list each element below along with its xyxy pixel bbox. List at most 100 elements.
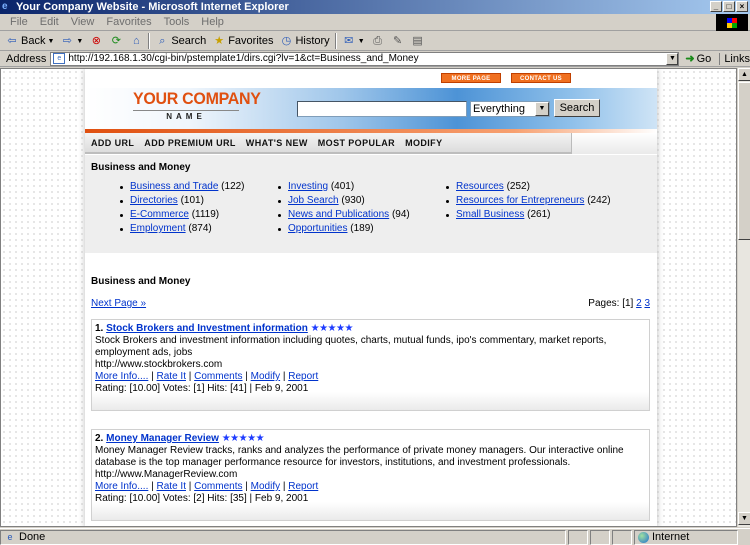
page-3-link[interactable]: 3	[644, 298, 650, 309]
resize-grip[interactable]	[738, 530, 750, 545]
close-button[interactable]: ×	[736, 1, 748, 12]
listing-actions: More Info.... | Rate It | Comments | Mod…	[95, 371, 319, 382]
listing-meta: Rating: [10.00] Votes: [2] Hits: [35] | …	[95, 493, 309, 504]
window-title: Your Company Website - Microsoft Interne…	[16, 1, 289, 13]
category-item: E-Commerce (1119)	[120, 208, 245, 222]
window-controls: _ □ ×	[710, 1, 748, 12]
report-link[interactable]: Report	[288, 481, 318, 492]
history-icon: ◷	[281, 35, 292, 47]
category-link[interactable]: Resources for Entrepreneurs	[456, 195, 584, 206]
site-search-button[interactable]: Search	[554, 99, 600, 117]
category-link[interactable]: Employment	[130, 223, 186, 234]
category-link[interactable]: Directories	[130, 195, 178, 206]
vertical-scrollbar[interactable]: ▲ ▼	[737, 68, 750, 527]
status-cell	[568, 529, 588, 545]
category-count: (401)	[330, 181, 355, 192]
site-header: YOUR COMPANY NAME Everything ▼ Search	[85, 88, 657, 129]
window-title-bar[interactable]: e Your Company Website - Microsoft Inter…	[0, 0, 750, 14]
links-button[interactable]: Links	[719, 52, 750, 65]
scroll-up-icon[interactable]: ▲	[738, 68, 750, 81]
nav-whats-new[interactable]: WHAT'S NEW	[246, 138, 308, 148]
go-arrow-icon: ➜	[685, 53, 695, 65]
rate-it-link[interactable]: Rate It	[157, 481, 186, 492]
address-dropdown-icon[interactable]: ▼	[666, 52, 679, 65]
menu-file[interactable]: File	[4, 16, 34, 28]
modify-link[interactable]: Modify	[251, 481, 280, 492]
next-page-row: Next Page »	[91, 298, 146, 309]
stop-button[interactable]: ⊗	[86, 34, 106, 48]
forward-button[interactable]: ⇨ ▼	[57, 34, 86, 48]
toolbar-separator	[148, 33, 151, 49]
discuss-button[interactable]: ▤	[408, 34, 428, 48]
discuss-icon: ▤	[412, 35, 423, 47]
menu-view[interactable]: View	[65, 16, 101, 28]
next-page-link[interactable]: Next Page »	[91, 298, 146, 309]
category-link[interactable]: E-Commerce	[130, 209, 189, 220]
more-info-link[interactable]: More Info....	[95, 481, 148, 492]
history-button[interactable]: ◷ History	[276, 34, 332, 48]
category-link[interactable]: Business and Trade	[130, 181, 218, 192]
page-2-link[interactable]: 2	[636, 298, 642, 309]
site-page: MORE PAGE CONTACT US YOUR COMPANY NAME E…	[85, 69, 657, 526]
search-scope-select[interactable]: Everything ▼	[470, 101, 550, 117]
back-button[interactable]: ⇦ Back ▼	[2, 34, 57, 48]
windows-logo-icon	[716, 14, 748, 31]
category-link[interactable]: Investing	[288, 181, 328, 192]
back-label: Back	[21, 35, 46, 47]
status-bar: e Done Internet	[0, 528, 750, 545]
comments-link[interactable]: Comments	[194, 481, 242, 492]
site-logo[interactable]: YOUR COMPANY	[133, 91, 261, 110]
chevron-down-icon: ▼	[76, 37, 84, 45]
nav-modify[interactable]: MODIFY	[405, 138, 442, 148]
listing-title-link[interactable]: Money Manager Review	[106, 433, 219, 444]
category-link[interactable]: Job Search	[288, 195, 339, 206]
listing-header: 1. Stock Brokers and Investment informat…	[95, 323, 646, 335]
nav-add-url[interactable]: ADD URL	[91, 138, 134, 148]
history-label: History	[295, 35, 330, 47]
rate-it-link[interactable]: Rate It	[157, 371, 186, 382]
listing-number: 2.	[95, 433, 104, 444]
favorites-button[interactable]: ★ Favorites	[209, 34, 276, 48]
maximize-button[interactable]: □	[723, 1, 735, 12]
nav-most-popular[interactable]: MOST POPULAR	[318, 138, 395, 148]
search-button[interactable]: ⌕ Search	[152, 34, 209, 48]
category-count: (1119)	[191, 209, 220, 220]
comments-link[interactable]: Comments	[194, 371, 242, 382]
address-input[interactable]: e http://192.168.1.30/cgi-bin/pstemplate…	[50, 51, 680, 66]
menu-edit[interactable]: Edit	[34, 16, 65, 28]
more-info-link[interactable]: More Info....	[95, 371, 148, 382]
menu-tools[interactable]: Tools	[158, 16, 196, 28]
contact-us-link[interactable]: CONTACT US	[511, 73, 571, 83]
print-button[interactable]: ⎙	[368, 34, 388, 48]
go-button[interactable]: ➜ Go	[679, 52, 715, 66]
go-label: Go	[696, 52, 712, 65]
category-link[interactable]: Small Business	[456, 209, 524, 220]
pages-label: Pages: [1]	[588, 298, 634, 309]
mail-button[interactable]: ✉ ▼	[339, 34, 368, 48]
edit-button[interactable]: ✎	[388, 34, 408, 48]
category-link[interactable]: News and Publications	[288, 209, 389, 220]
scrollbar-thumb[interactable]	[738, 82, 750, 240]
site-search-input[interactable]	[297, 101, 467, 117]
address-bar: Address e http://192.168.1.30/cgi-bin/ps…	[0, 51, 750, 67]
minimize-button[interactable]: _	[710, 1, 722, 12]
logo-subtitle: NAME	[166, 112, 206, 121]
category-link[interactable]: Opportunities	[288, 223, 347, 234]
more-page-link[interactable]: MORE PAGE	[441, 73, 501, 83]
category-item: Resources (252)	[446, 180, 611, 194]
status-cell	[612, 529, 632, 545]
favorites-icon: ★	[214, 35, 225, 47]
scroll-down-icon[interactable]: ▼	[738, 512, 750, 525]
menu-favorites[interactable]: Favorites	[100, 16, 157, 28]
category-item: Investing (401)	[278, 180, 410, 194]
address-label: Address	[6, 52, 47, 65]
home-button[interactable]: ⌂	[126, 34, 146, 48]
report-link[interactable]: Report	[288, 371, 318, 382]
refresh-button[interactable]: ⟳	[106, 34, 126, 48]
nav-add-premium-url[interactable]: ADD PREMIUM URL	[144, 138, 236, 148]
category-link[interactable]: Resources	[456, 181, 504, 192]
modify-link[interactable]: Modify	[251, 371, 280, 382]
chevron-down-icon: ▼	[535, 102, 549, 116]
menu-help[interactable]: Help	[195, 16, 230, 28]
listing-title-link[interactable]: Stock Brokers and Investment information	[106, 323, 308, 334]
